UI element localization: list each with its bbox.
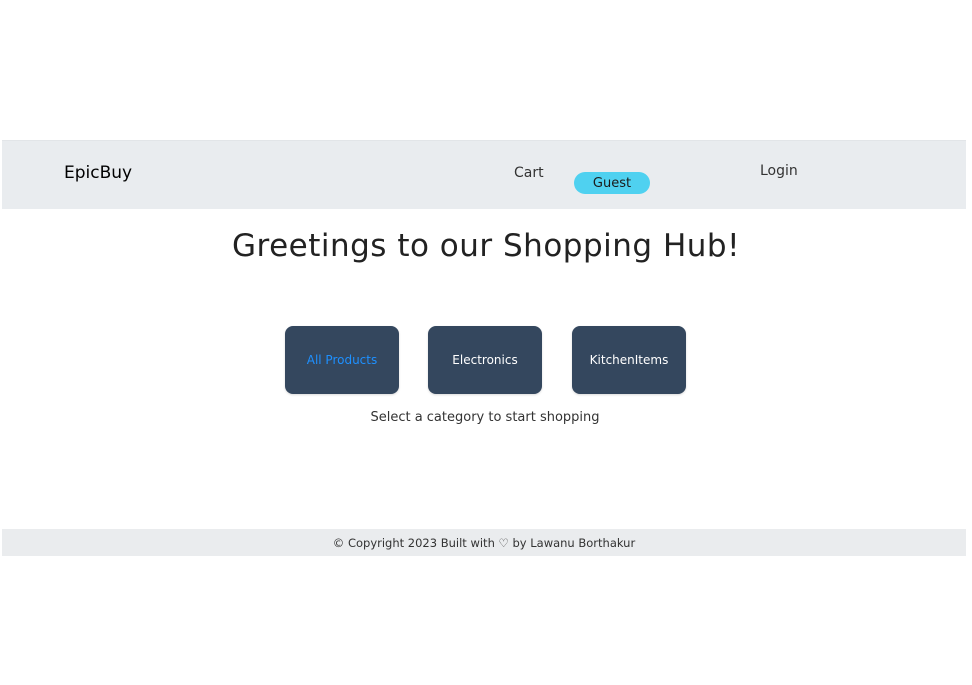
category-button-kitchen-items[interactable]: KitchenItems (572, 326, 686, 394)
brand-logo[interactable]: EpicBuy (64, 163, 132, 183)
page: EpicBuy Cart Guest Login Greetings to ou… (0, 0, 972, 685)
guest-badge[interactable]: Guest (574, 172, 650, 194)
login-link[interactable]: Login (760, 163, 798, 179)
footer-copyright: © Copyright 2023 Built with ♡ by Lawanu … (332, 535, 636, 550)
category-button-all-products[interactable]: All Products (285, 326, 399, 394)
navbar: EpicBuy Cart Guest Login (2, 140, 966, 209)
page-title: Greetings to our Shopping Hub! (231, 228, 741, 264)
category-hint: Select a category to start shopping (370, 410, 600, 425)
cart-link[interactable]: Cart (514, 165, 544, 181)
category-button-electronics[interactable]: Electronics (428, 326, 542, 394)
footer: © Copyright 2023 Built with ♡ by Lawanu … (2, 529, 966, 556)
